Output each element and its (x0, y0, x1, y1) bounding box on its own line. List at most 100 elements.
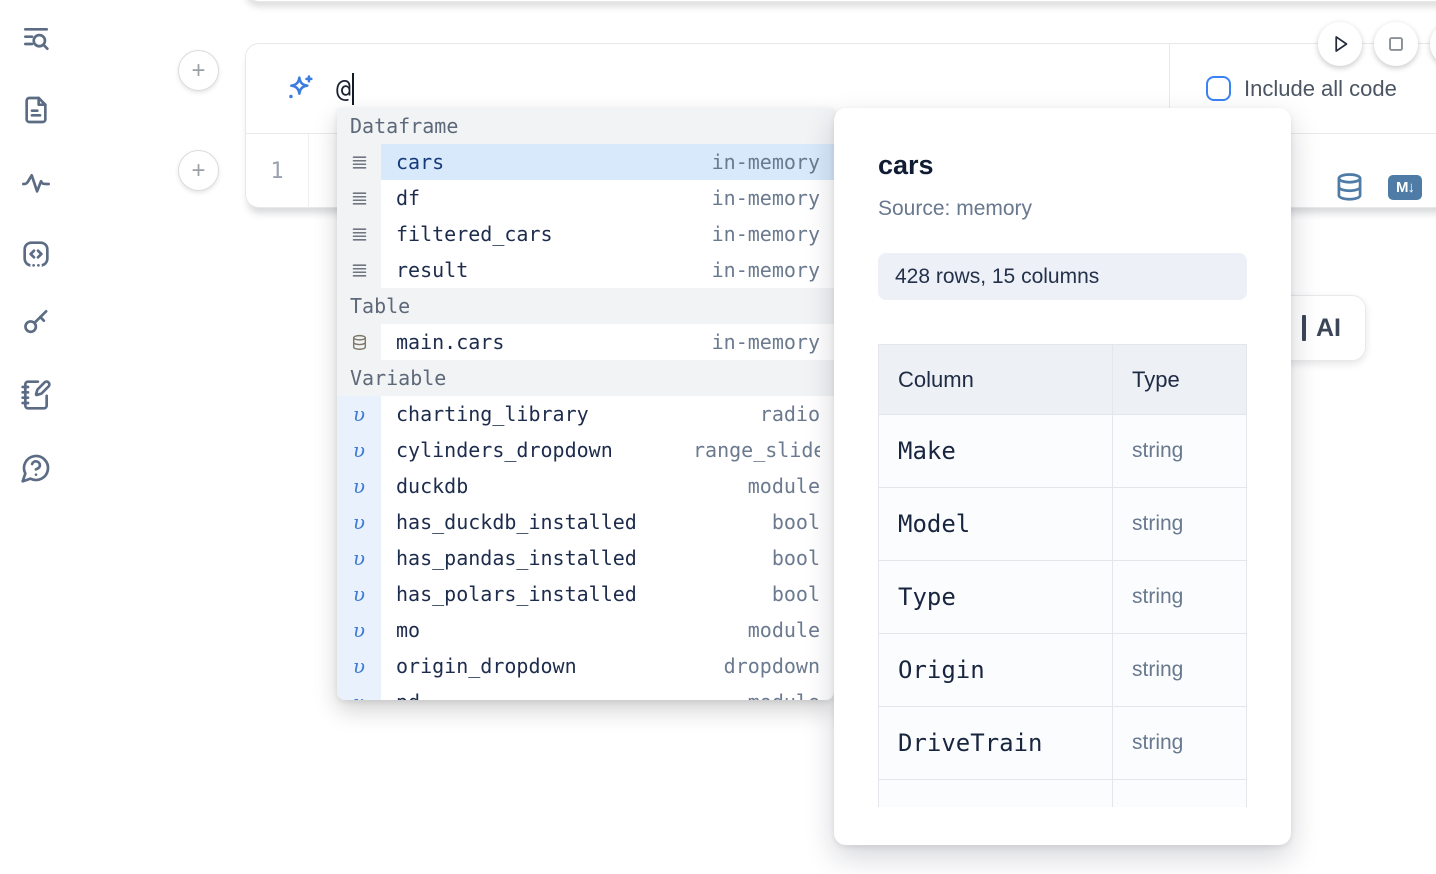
column-type-cell: string (1113, 415, 1247, 488)
completion-name: origin_dropdown (396, 654, 577, 678)
include-all-code-label: Include all code (1244, 76, 1397, 102)
list-search-icon[interactable] (20, 22, 52, 54)
database-icon (337, 324, 381, 360)
table-row: Modelstring (879, 488, 1247, 561)
play-icon (1327, 31, 1353, 57)
preview-title: cars (878, 150, 1247, 181)
completion-name: main.cars (396, 330, 504, 354)
completion-type: bool (772, 582, 820, 606)
autocomplete-item[interactable]: υ has_pandas_installed bool (337, 540, 834, 576)
variable-icon: υ (337, 468, 381, 504)
include-all-code-checkbox[interactable] (1206, 76, 1231, 101)
autocomplete-item[interactable]: resultin-memory (337, 252, 834, 288)
completion-type: in-memory (712, 330, 820, 354)
autocomplete-item[interactable]: υduckdb module (337, 468, 834, 504)
variable-icon: υ (337, 648, 381, 684)
completion-name: charting_library (396, 402, 589, 426)
completion-name: mo (396, 618, 420, 642)
activity-icon[interactable] (20, 166, 52, 198)
preview-shape-badge: 428 rows, 15 columns (878, 253, 1247, 300)
run-cell-button[interactable] (1318, 22, 1362, 66)
completion-type: radio (760, 402, 820, 426)
stop-button[interactable] (1374, 22, 1418, 66)
table-row: DriveTrainstring (879, 707, 1247, 780)
rows-icon (337, 180, 381, 216)
variable-icon: υ (337, 504, 381, 540)
column-type-cell: string (1113, 488, 1247, 561)
autocomplete-item[interactable]: υmomodule (337, 612, 834, 648)
completion-name: result (396, 258, 468, 282)
column-header: Column (879, 345, 1113, 415)
rows-icon (337, 252, 381, 288)
autocomplete-popup: Dataframecarsin-memorydfin-memoryfiltere… (337, 108, 834, 700)
autocomplete-item[interactable]: υ has_polars_installed bool (337, 576, 834, 612)
completion-name: df (396, 186, 420, 210)
markdown-icon[interactable]: M↓ (1388, 175, 1422, 200)
autocomplete-item[interactable]: main.cars in-memory (337, 324, 834, 360)
help-circle-icon[interactable] (20, 452, 52, 484)
completion-type: range_slider (693, 438, 820, 462)
column-name-cell: Model (879, 488, 1113, 561)
variable-icon: υ (337, 540, 381, 576)
table-row: Originstring (879, 634, 1247, 707)
preview-schema-table: Column Type MakestringModelstringTypestr… (878, 344, 1247, 807)
autocomplete-section-header: Table (337, 288, 834, 324)
column-name-cell: Origin (879, 634, 1113, 707)
autocomplete-item[interactable]: df in-memory (337, 180, 834, 216)
autocomplete-item[interactable]: filtered_cars in-memory (337, 216, 834, 252)
autocomplete-item[interactable]: υpdmodule (337, 684, 834, 700)
stop-icon (1383, 31, 1409, 57)
file-text-icon[interactable] (20, 94, 52, 126)
column-type-cell: string (1113, 561, 1247, 634)
completion-type: in-memory (712, 150, 820, 174)
variable-icon: υ (337, 576, 381, 612)
add-cell-button[interactable]: + (178, 150, 219, 191)
column-name-cell: Make (879, 415, 1113, 488)
completion-name: cars (396, 150, 444, 174)
rows-icon (337, 144, 381, 180)
key-icon[interactable] (20, 306, 52, 338)
autocomplete-item[interactable]: υcylinders_dropdownrange_slider (337, 432, 834, 468)
column-type-cell: string (1113, 707, 1247, 780)
dataframe-preview-card: cars Source: memory 428 rows, 15 columns… (834, 108, 1291, 845)
notebook-pen-icon[interactable] (20, 379, 52, 411)
code-snippets-icon[interactable] (20, 238, 52, 270)
clipped-letter (1302, 315, 1306, 341)
completion-type: bool (772, 546, 820, 570)
column-name-cell: Type (879, 561, 1113, 634)
completion-name: has_pandas_installed (396, 546, 637, 570)
autocomplete-item[interactable]: υ origin_dropdown dropdown (337, 648, 834, 684)
database-button[interactable] (1334, 171, 1365, 203)
autocomplete-section-header: Variable (337, 360, 834, 396)
completion-name: has_duckdb_installed (396, 510, 637, 534)
sparkles-icon (284, 73, 316, 105)
autocomplete-item[interactable]: cars in-memory (337, 144, 834, 180)
completion-type: dropdown (724, 654, 820, 678)
preview-source: Source: memory (878, 197, 1247, 221)
text-cursor (352, 73, 354, 105)
completion-name: duckdb (396, 474, 468, 498)
rows-icon (337, 216, 381, 252)
line-number: 1 (246, 134, 309, 208)
completion-type: module (748, 618, 820, 642)
table-row-partial (879, 780, 1247, 808)
table-row: Typestring (879, 561, 1247, 634)
previous-cell-edge (245, 0, 1436, 2)
variable-icon: υ (337, 684, 381, 700)
autocomplete-item[interactable]: υ charting_library radio (337, 396, 834, 432)
completion-name: has_polars_installed (396, 582, 637, 606)
add-cell-button[interactable]: + (178, 50, 219, 91)
completion-type: module (748, 474, 820, 498)
autocomplete-item[interactable]: υhas_duckdb_installedbool (337, 504, 834, 540)
completion-type: module (748, 690, 820, 700)
autocomplete-section-header: Dataframe (337, 108, 834, 144)
table-row: Makestring (879, 415, 1247, 488)
column-type-cell: string (1113, 634, 1247, 707)
completion-name: cylinders_dropdown (396, 438, 613, 462)
column-name-cell: DriveTrain (879, 707, 1113, 780)
variable-icon: υ (337, 396, 381, 432)
type-header: Type (1113, 345, 1247, 415)
completion-name: filtered_cars (396, 222, 553, 246)
completion-type: in-memory (712, 186, 820, 210)
completion-type: in-memory (712, 222, 820, 246)
